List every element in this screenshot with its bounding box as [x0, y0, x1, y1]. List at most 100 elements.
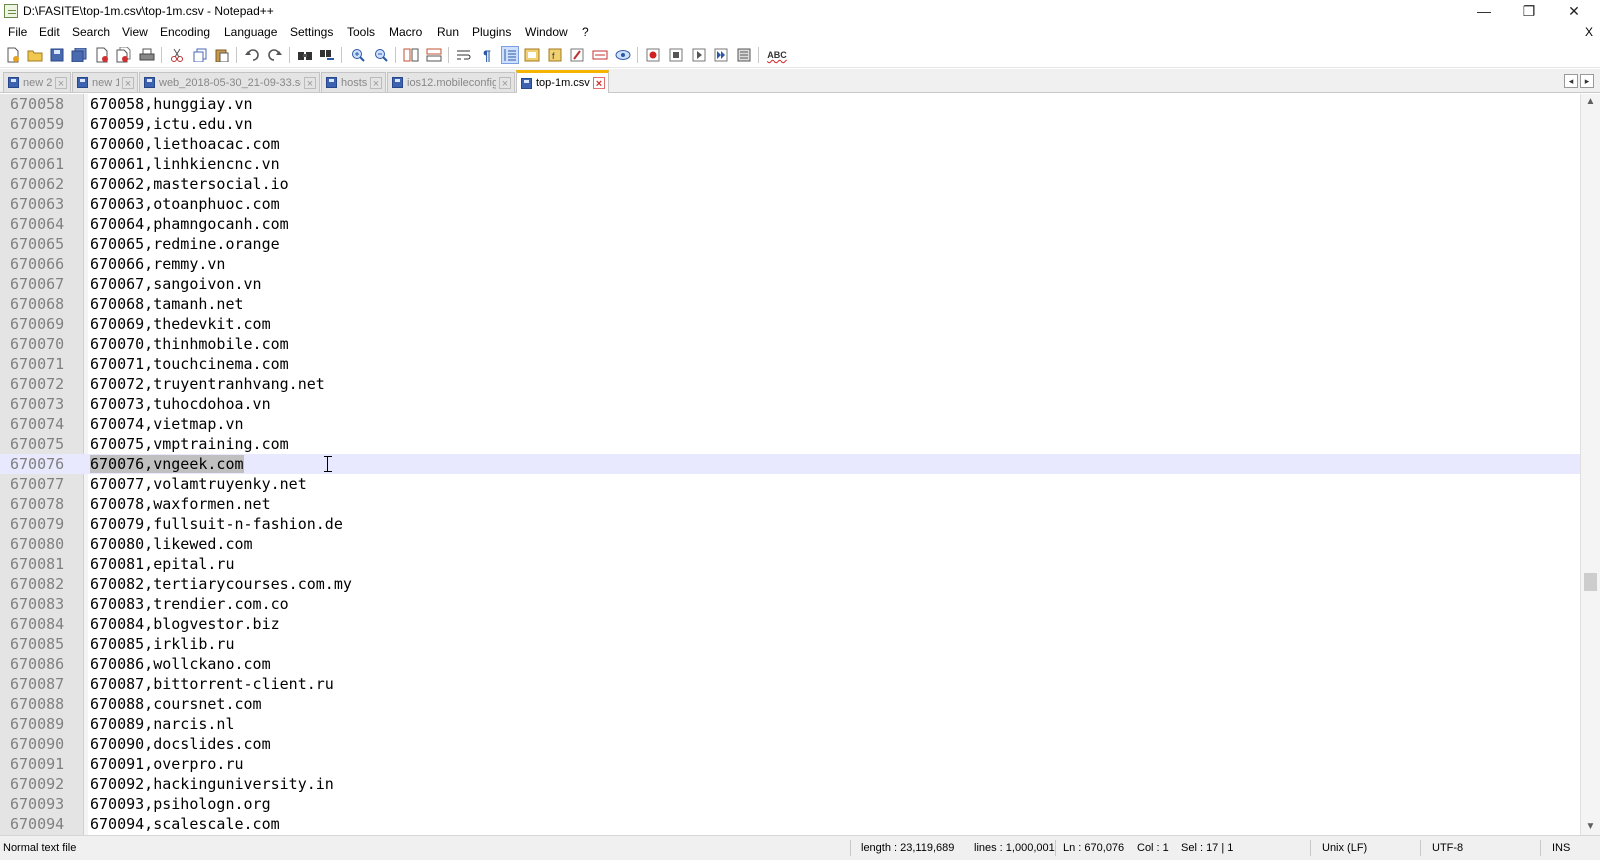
- line-text[interactable]: 670083,trendier.com.co: [90, 594, 289, 614]
- menu-macro[interactable]: Macro: [389, 25, 422, 39]
- tab-top-1m-csv[interactable]: top-1m.csv ×: [516, 70, 609, 93]
- editor-line[interactable]: 670073 670073,tuhocdohoa.vn: [0, 394, 1580, 414]
- menu-search[interactable]: Search: [72, 25, 110, 39]
- line-text[interactable]: 670077,volamtruyenky.net: [90, 474, 307, 494]
- menu-edit[interactable]: Edit: [39, 25, 60, 39]
- line-text[interactable]: 670090,docslides.com: [90, 734, 271, 754]
- menu-window[interactable]: Window: [525, 25, 568, 39]
- macro-save-icon[interactable]: [735, 46, 753, 64]
- save-all-icon[interactable]: [70, 46, 88, 64]
- line-text[interactable]: 670068,tamanh.net: [90, 294, 244, 314]
- editor-line[interactable]: 670064 670064,phamngocanh.com: [0, 214, 1580, 234]
- editor-line[interactable]: 670072 670072,truyentranhvang.net: [0, 374, 1580, 394]
- tab-close-icon[interactable]: ×: [122, 76, 134, 90]
- text-selection[interactable]: 670076,vngeek.com: [90, 455, 244, 473]
- editor-line[interactable]: 670089 670089,narcis.nl: [0, 714, 1580, 734]
- line-text[interactable]: 670089,narcis.nl: [90, 714, 235, 734]
- editor-line[interactable]: 670092 670092,hackinguniversity.in: [0, 774, 1580, 794]
- zoom-out-icon[interactable]: [372, 46, 390, 64]
- editor-line[interactable]: 670070 670070,thinhmobile.com: [0, 334, 1580, 354]
- line-text[interactable]: 670079,fullsuit-n-fashion.de: [90, 514, 343, 534]
- line-text[interactable]: 670073,tuhocdohoa.vn: [90, 394, 271, 414]
- vertical-scrollbar[interactable]: ▲ ▼: [1580, 94, 1600, 835]
- line-text[interactable]: 670070,thinhmobile.com: [90, 334, 289, 354]
- sync-vertical-icon[interactable]: [402, 46, 420, 64]
- close-window-button[interactable]: ✕: [1552, 0, 1596, 22]
- line-text[interactable]: 670082,tertiarycourses.com.my: [90, 574, 352, 594]
- editor-line[interactable]: 670066 670066,remmy.vn: [0, 254, 1580, 274]
- tab-web-sql[interactable]: web_2018-05-30_21-09-33.sql ×: [139, 72, 320, 92]
- spellcheck-icon[interactable]: ABC: [766, 46, 788, 64]
- show-all-chars-icon[interactable]: ¶: [478, 46, 496, 64]
- editor-line[interactable]: 670078 670078,waxformen.net: [0, 494, 1580, 514]
- line-text[interactable]: 670063,otoanphuoc.com: [90, 194, 280, 214]
- replace-icon[interactable]: [318, 46, 336, 64]
- line-text[interactable]: 670075,vmptraining.com: [90, 434, 289, 454]
- macro-record-icon[interactable]: [644, 46, 662, 64]
- line-text[interactable]: 670086,wollckano.com: [90, 654, 271, 674]
- menu-view[interactable]: View: [122, 25, 148, 39]
- editor-line[interactable]: 670068 670068,tamanh.net: [0, 294, 1580, 314]
- find-icon[interactable]: [296, 46, 314, 64]
- line-text[interactable]: 670064,phamngocanh.com: [90, 214, 289, 234]
- text-lines[interactable]: 670058 670058,hunggiay.vn 670059 670059,ict…: [0, 94, 1580, 834]
- folder-workspace-icon[interactable]: [568, 46, 586, 64]
- macro-stop-icon[interactable]: [667, 46, 685, 64]
- line-text[interactable]: 670062,mastersocial.io: [90, 174, 289, 194]
- editor-line[interactable]: 670082 670082,tertiarycourses.com.my: [0, 574, 1580, 594]
- editor-line[interactable]: 670071 670071,touchcinema.com: [0, 354, 1580, 374]
- editor-line[interactable]: 670067 670067,sangoivon.vn: [0, 274, 1580, 294]
- line-text[interactable]: 670081,epital.ru: [90, 554, 235, 574]
- editor-line[interactable]: 670058 670058,hunggiay.vn: [0, 94, 1580, 114]
- line-text[interactable]: 670061,linhkiencnc.vn: [90, 154, 280, 174]
- editor-line[interactable]: 670087 670087,bittorrent-client.ru: [0, 674, 1580, 694]
- line-text[interactable]: 670072,truyentranhvang.net: [90, 374, 325, 394]
- editor-line[interactable]: 670094 670094,scalescale.com: [0, 814, 1580, 834]
- editor-line[interactable]: 670086 670086,wollckano.com: [0, 654, 1580, 674]
- line-text[interactable]: 670093,psihologn.org: [90, 794, 271, 814]
- editor-line[interactable]: 670085 670085,irklib.ru: [0, 634, 1580, 654]
- line-text[interactable]: 670078,waxformen.net: [90, 494, 271, 514]
- tab-close-icon[interactable]: ×: [304, 76, 316, 90]
- editor-line[interactable]: 670091 670091,overpro.ru: [0, 754, 1580, 774]
- line-text[interactable]: 670076,vngeek.com: [90, 454, 244, 474]
- open-file-icon[interactable]: [26, 46, 44, 64]
- print-icon[interactable]: [138, 46, 156, 64]
- copy-icon[interactable]: [191, 46, 209, 64]
- line-text[interactable]: 670088,coursnet.com: [90, 694, 262, 714]
- save-icon[interactable]: [48, 46, 66, 64]
- close-all-icon[interactable]: [115, 46, 133, 64]
- tab-close-icon[interactable]: ×: [499, 76, 511, 90]
- menu-help[interactable]: ?: [582, 25, 589, 39]
- minimize-button[interactable]: —: [1462, 0, 1506, 22]
- editor-area[interactable]: 670058 670058,hunggiay.vn 670059 670059,ict…: [0, 94, 1600, 835]
- line-text[interactable]: 670058,hunggiay.vn: [90, 94, 253, 114]
- scroll-thumb[interactable]: [1584, 573, 1597, 591]
- tab-scroll-left-button[interactable]: ◂: [1564, 74, 1578, 88]
- tab-hosts[interactable]: hosts ×: [321, 72, 386, 92]
- editor-line[interactable]: 670088 670088,coursnet.com: [0, 694, 1580, 714]
- restore-button[interactable]: ❐: [1507, 0, 1551, 22]
- monitoring-icon[interactable]: [591, 46, 609, 64]
- eye-icon[interactable]: [614, 46, 632, 64]
- undo-icon[interactable]: [243, 46, 261, 64]
- menu-plugins[interactable]: Plugins: [472, 25, 511, 39]
- scroll-up-button[interactable]: ▲: [1581, 94, 1600, 110]
- line-text[interactable]: 670071,touchcinema.com: [90, 354, 289, 374]
- cut-icon[interactable]: [168, 46, 186, 64]
- redo-icon[interactable]: [266, 46, 284, 64]
- editor-line[interactable]: 670062 670062,mastersocial.io: [0, 174, 1580, 194]
- editor-line[interactable]: 670081 670081,epital.ru: [0, 554, 1580, 574]
- line-text[interactable]: 670084,blogvestor.biz: [90, 614, 280, 634]
- line-text[interactable]: 670080,likewed.com: [90, 534, 253, 554]
- tab-close-icon[interactable]: ×: [55, 76, 67, 90]
- editor-line[interactable]: 670093 670093,psihologn.org: [0, 794, 1580, 814]
- function-list-icon[interactable]: f: [546, 46, 564, 64]
- macro-play-icon[interactable]: [690, 46, 708, 64]
- line-text[interactable]: 670094,scalescale.com: [90, 814, 280, 834]
- menu-language[interactable]: Language: [224, 25, 277, 39]
- editor-line[interactable]: 670083 670083,trendier.com.co: [0, 594, 1580, 614]
- menu-encoding[interactable]: Encoding: [160, 25, 210, 39]
- editor-line[interactable]: 670090 670090,docslides.com: [0, 734, 1580, 754]
- line-text[interactable]: 670066,remmy.vn: [90, 254, 225, 274]
